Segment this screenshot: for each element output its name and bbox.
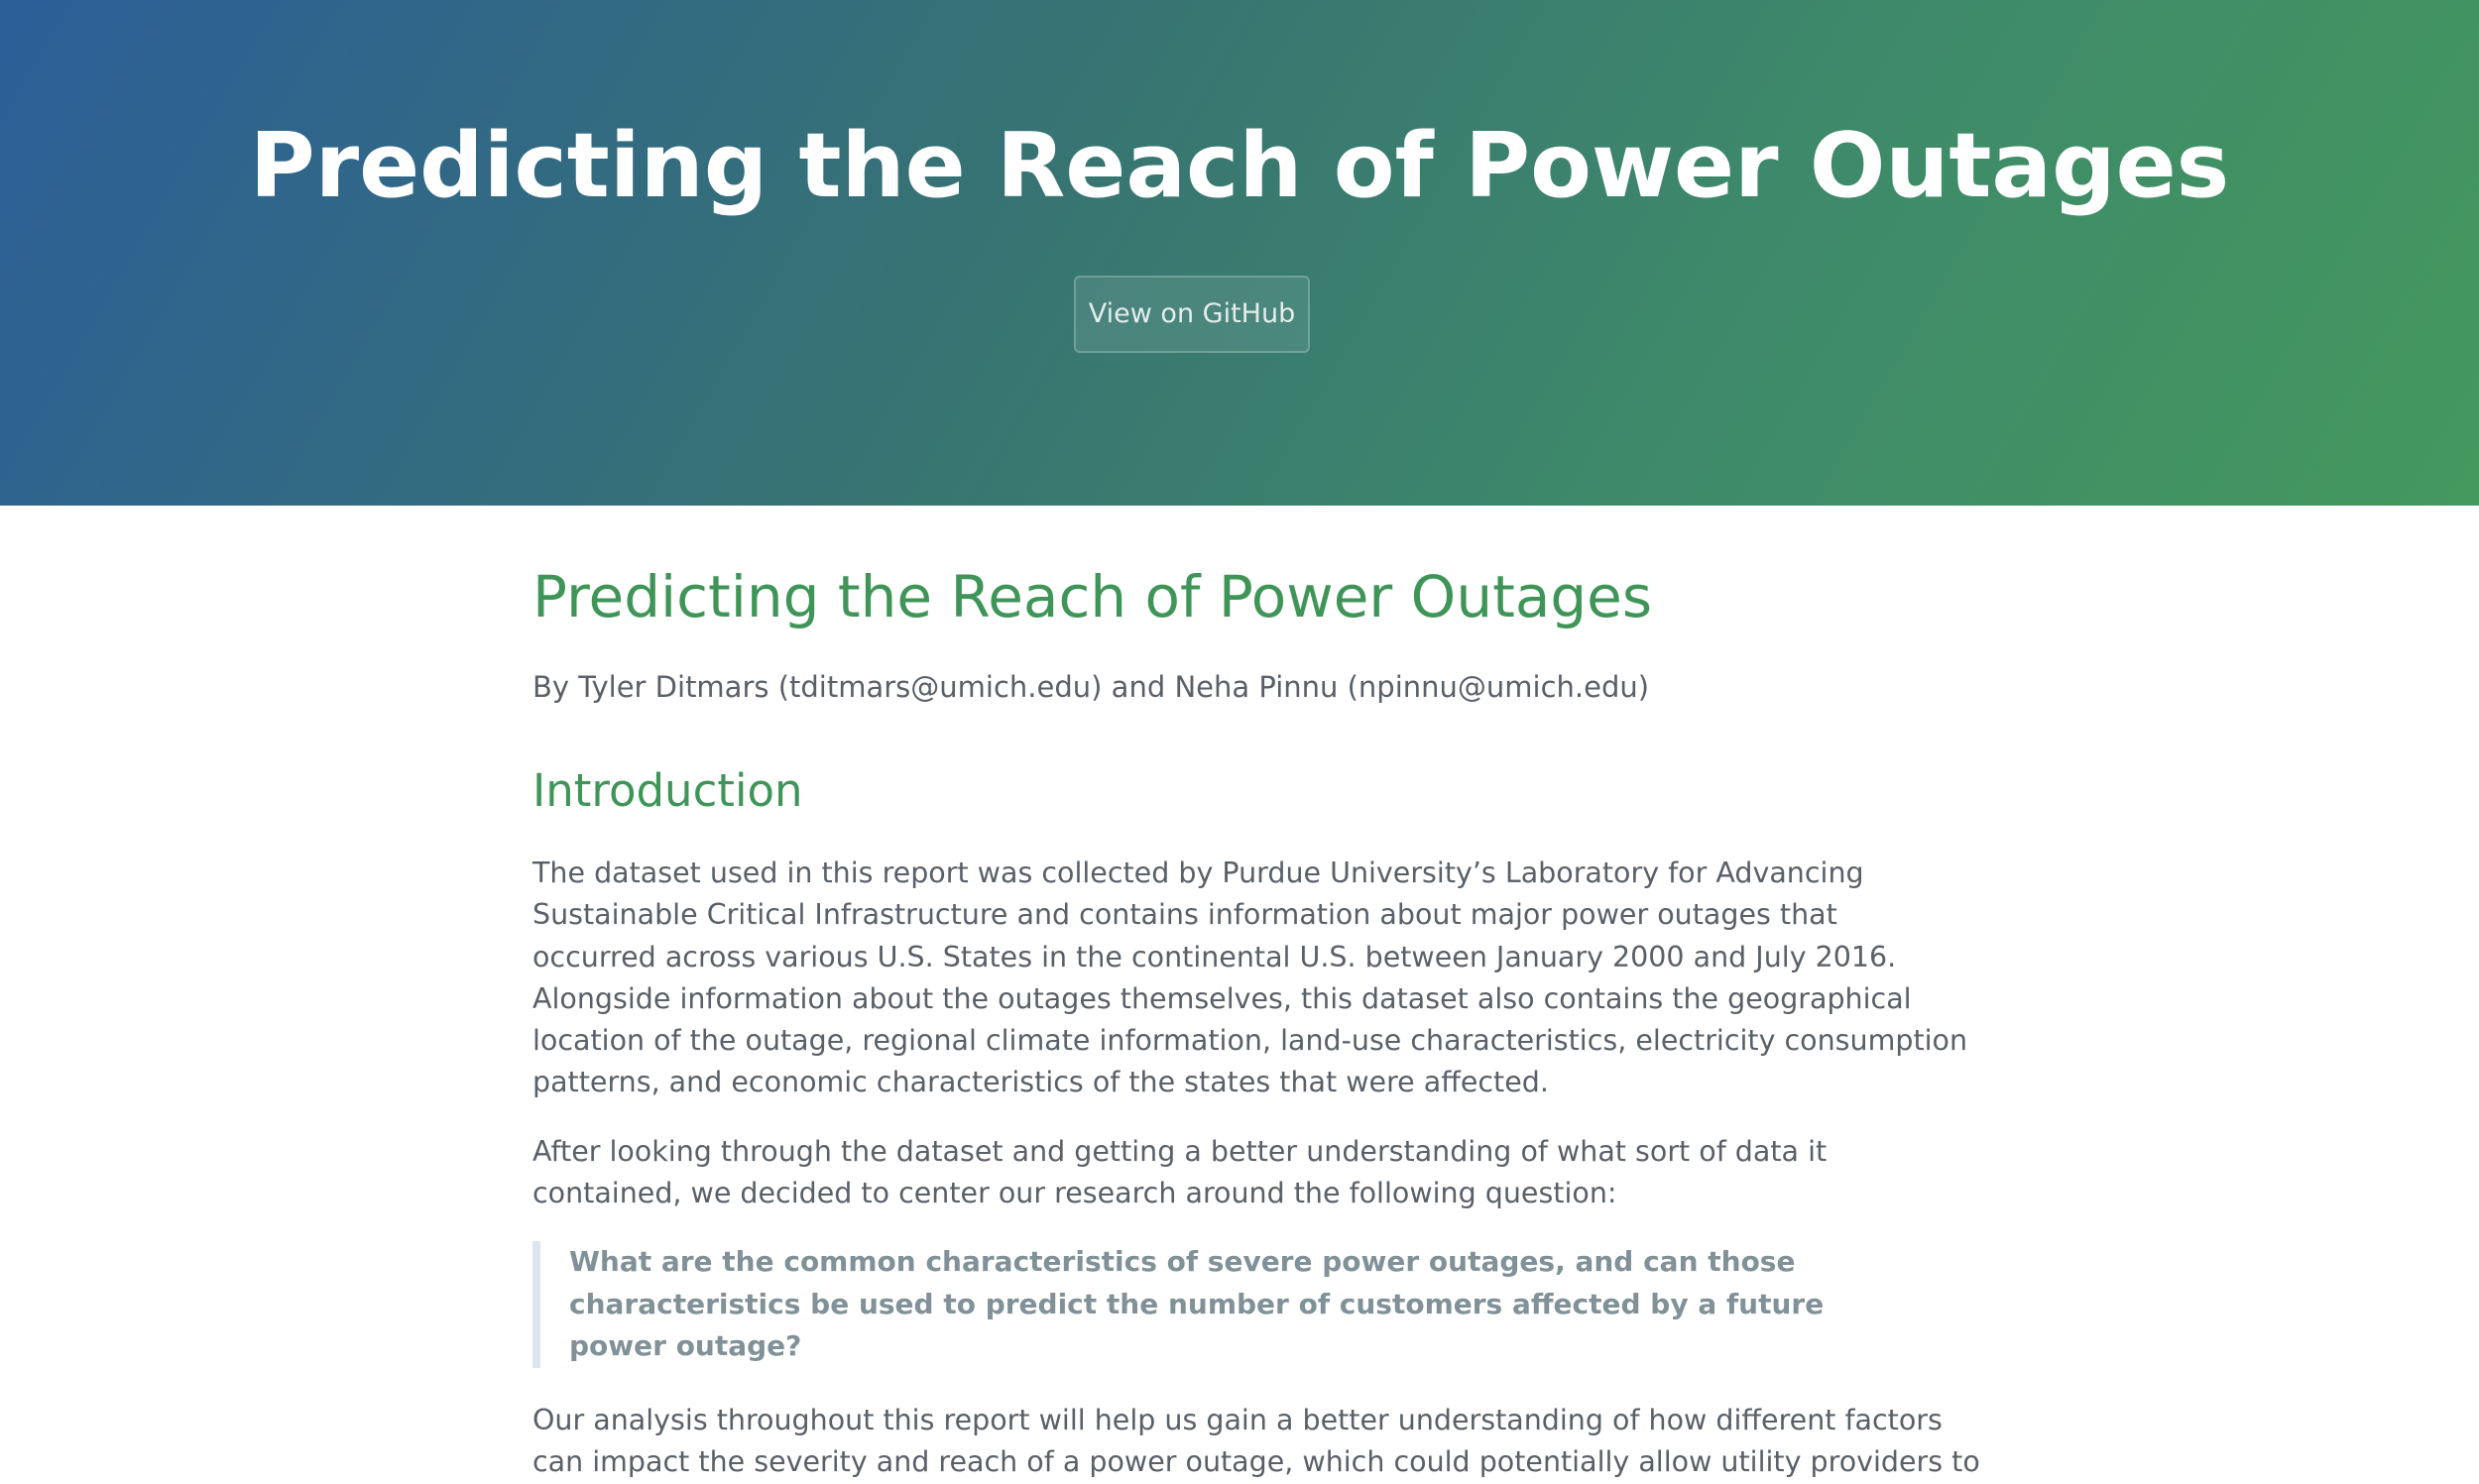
text-line: Alongside information about the outages … bbox=[532, 981, 1912, 1015]
author-byline: By Tyler Ditmars (tditmars@umich.edu) an… bbox=[532, 670, 1650, 704]
project-name: Predicting the Reach of Power Outages bbox=[249, 114, 2230, 218]
text-line: occurred across various U.S. States in t… bbox=[532, 940, 1897, 973]
analysis-paragraph: Our analysis throughout this report will… bbox=[532, 1400, 1980, 1484]
page-title: Predicting the Reach of Power Outages bbox=[532, 563, 1653, 630]
text-line: Our analysis throughout this report will… bbox=[532, 1404, 1943, 1436]
text-line: patterns, and economic characteristics o… bbox=[532, 1066, 1549, 1099]
research-question-blockquote: What are the common characteristics of s… bbox=[532, 1241, 1824, 1368]
text-line: Sustainable Critical Infrastructure and … bbox=[532, 898, 1837, 932]
intro-paragraph: The dataset used in this report was coll… bbox=[532, 853, 1967, 1104]
text-line: What are the common characteristics of s… bbox=[569, 1245, 1796, 1278]
question-lead-paragraph: After looking through the dataset and ge… bbox=[532, 1131, 1827, 1215]
introduction-heading: Introduction bbox=[532, 764, 803, 817]
view-on-github-button[interactable]: View on GitHub bbox=[1074, 276, 1310, 353]
text-line: The dataset used in this report was coll… bbox=[532, 856, 1864, 889]
text-line: power outage? bbox=[569, 1329, 802, 1362]
page-header: Predicting the Reach of Power Outages Vi… bbox=[0, 0, 2479, 506]
text-line: characteristics be used to predict the n… bbox=[569, 1287, 1825, 1320]
text-line: can impact the severity and reach of a p… bbox=[532, 1445, 1980, 1479]
text-line: After looking through the dataset and ge… bbox=[532, 1135, 1828, 1168]
text-line: contained, we decided to center our rese… bbox=[532, 1177, 1617, 1210]
text-line: location of the outage, regional climate… bbox=[532, 1024, 1968, 1058]
